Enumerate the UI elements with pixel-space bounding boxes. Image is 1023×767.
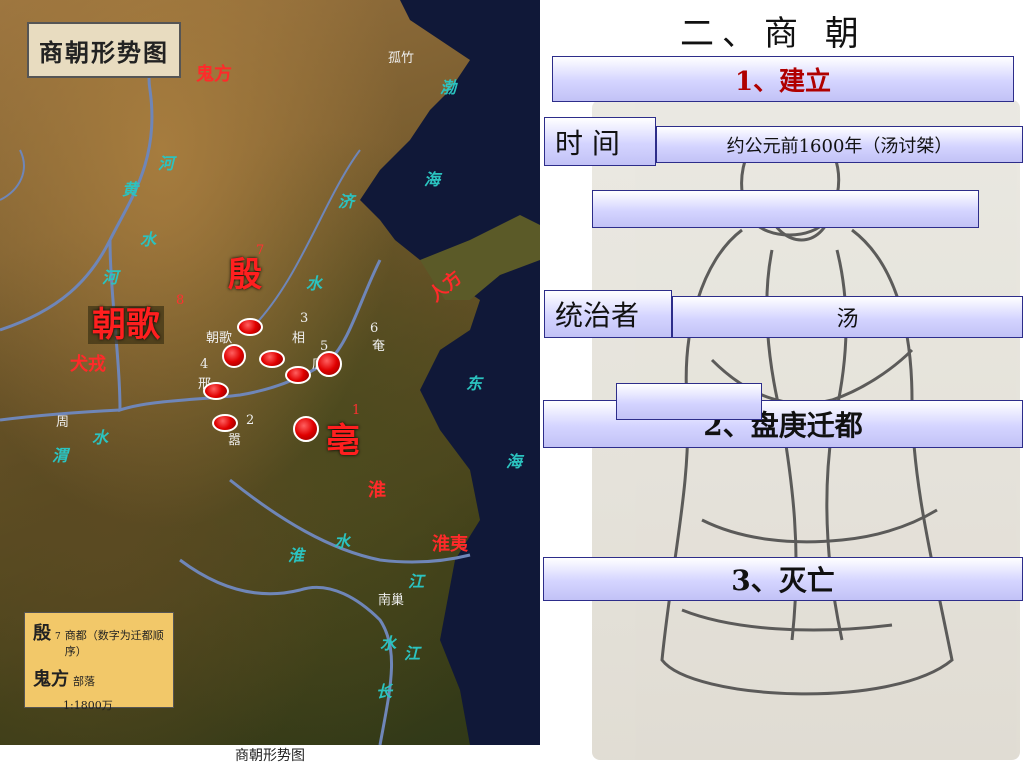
water-donghai-1: 东 [466, 374, 483, 393]
legend-yin-symbol: 殷 [33, 623, 51, 644]
label-bo-big: 亳 [326, 421, 360, 461]
label-yin-big: 殷 [228, 255, 262, 295]
water-ji: 济 [338, 192, 355, 211]
label-chaoge-big: 朝歌 [88, 306, 164, 344]
overlay-blank-box [616, 383, 762, 420]
capital-marker-chaoge [222, 344, 246, 368]
legend-guifang-text: 部落 [73, 675, 95, 688]
label-huaiyi-1: 淮 [368, 480, 386, 501]
label-huaiyi: 淮夷 [432, 534, 468, 555]
blank-answer-box [592, 190, 979, 228]
water-huanghe-1: 黄 [122, 180, 139, 199]
num-3: 3 [300, 311, 309, 326]
label-quanrong: 犬戎 [70, 354, 106, 375]
water-jiang-2: 水 [380, 634, 397, 653]
ruler-label-box: 统治者 [544, 290, 672, 338]
water-jiang-1: 江 [408, 572, 425, 591]
shang-dynasty-map: 商朝形势图 鬼方 犬戎 人方 淮 淮夷 朝歌 殷 亳 7 8 1 2 3 4 5… [0, 0, 540, 745]
capital-marker-xing [203, 382, 229, 400]
water-he-2: 水 [140, 230, 157, 249]
map-caption: 商朝形势图 [0, 745, 540, 767]
water-shui: 水 [306, 274, 323, 293]
water-wei-2: 水 [92, 428, 109, 447]
slide-panel: 二、商 朝 1、建立 时 间 约公元前1600年（汤讨桀） 统治者 汤 2、盘庚… [540, 0, 1023, 767]
num-7: 7 [256, 243, 265, 258]
water-huanghe-2: 河 [102, 268, 119, 287]
legend-scale: 1:1800万 [63, 699, 113, 712]
ruler-value-box: 汤 [672, 296, 1023, 338]
label-nanchao: 南巢 [378, 593, 405, 608]
label-xiang: 相 [292, 331, 306, 346]
label-yan: 奄 [372, 339, 386, 354]
label-guifang: 鬼方 [196, 64, 232, 85]
label-zhou: 周 [56, 415, 70, 430]
capital-marker-xiang [259, 350, 285, 368]
capital-marker-yan [316, 351, 342, 377]
legend-yin-text: 商都（数字为迁都顺序） [64, 629, 164, 658]
water-donghai-2: 海 [506, 452, 523, 471]
legend-yin-sup: 7 [55, 632, 61, 642]
water-he-1: 河 [158, 154, 175, 173]
water-bohai-1: 渤 [440, 78, 457, 97]
capital-marker-geng [285, 366, 311, 384]
water-bohai-2: 海 [424, 170, 441, 189]
num-6: 6 [370, 321, 379, 336]
label-guzhu: 孤竹 [388, 51, 415, 66]
time-label-box: 时 间 [544, 117, 656, 166]
label-chaoge-small: 朝歌 [206, 331, 233, 346]
capital-marker-yin [237, 318, 263, 336]
legend-guifang-symbol: 鬼方 [33, 669, 69, 690]
map-legend: 殷 7 商都（数字为迁都顺序） 鬼方 部落 1:1800万 [24, 612, 174, 712]
capital-marker-ao [212, 414, 238, 432]
time-value-box: 约公元前1600年（汤讨桀） [656, 126, 1023, 163]
section-fall-heading: 3、灭亡 [543, 557, 1023, 601]
map-title-box: 商朝形势图 [27, 22, 181, 78]
water-huai-2: 水 [334, 532, 351, 551]
water-changjiang: 长 [376, 682, 393, 701]
water-jiang-3: 江 [404, 644, 421, 663]
section-pangeng-heading: 2、盘庚迁都 [543, 400, 1023, 448]
num-2: 2 [246, 413, 255, 428]
western-river [0, 149, 25, 201]
section-establishment-heading: 1、建立 [552, 56, 1014, 102]
yangtze-river [179, 558, 394, 745]
water-huai-1: 淮 [288, 546, 305, 565]
label-ao: 嚣 [228, 433, 242, 448]
capital-marker-bo [293, 416, 319, 442]
water-wei-1: 渭 [52, 446, 69, 465]
page-title: 二、商 朝 [680, 14, 867, 54]
map-title: 商朝形势图 [39, 37, 169, 67]
num-4: 4 [200, 357, 209, 372]
num-8: 8 [176, 293, 185, 308]
river-branch [249, 149, 361, 331]
num-1: 1 [352, 403, 361, 418]
